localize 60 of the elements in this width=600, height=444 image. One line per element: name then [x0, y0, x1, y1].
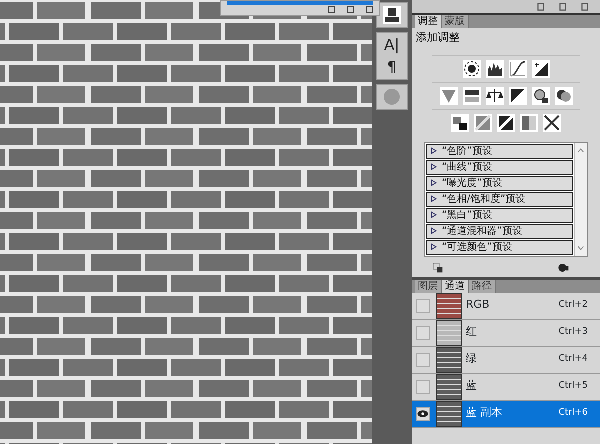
- triangle-icon[interactable]: [440, 86, 458, 104]
- shortcut-label: Ctrl+3: [558, 326, 589, 339]
- preset-label: “色相/饱和度”预设: [442, 192, 526, 206]
- toolstrip-button[interactable]: ¶: [387, 58, 397, 76]
- channel-row[interactable]: 红 Ctrl+3: [412, 320, 600, 346]
- shortcut-label: Ctrl+5: [558, 380, 589, 393]
- brightness-icon[interactable]: [462, 60, 480, 78]
- clip-icon[interactable]: [432, 262, 444, 274]
- preset-item[interactable]: “可选颜色”预设: [426, 240, 573, 254]
- panel-tab[interactable]: 图层: [415, 280, 442, 292]
- lens-icon[interactable]: [532, 86, 550, 104]
- exposure-icon[interactable]: [532, 60, 550, 78]
- diagonal-icon[interactable]: [508, 86, 526, 104]
- swap-icon[interactable]: [451, 114, 469, 132]
- circles-icon[interactable]: [554, 86, 572, 104]
- preset-label: “曝光度”预设: [442, 176, 502, 190]
- stamp-icon[interactable]: [383, 6, 401, 24]
- shortcut-label: Ctrl+4: [558, 352, 589, 366]
- preset-label: “可选颜色”预设: [442, 240, 512, 254]
- channel-name: 蓝 副本: [465, 405, 504, 422]
- preset-label: “色阶”预设: [442, 144, 492, 158]
- preset-label: “通道混和器”预设: [442, 224, 522, 238]
- preset-item[interactable]: “色相/饱和度”预设: [426, 192, 573, 206]
- channel-row[interactable]: RGB Ctrl+2: [412, 292, 600, 320]
- preset-label: “黑白”预设: [442, 208, 492, 222]
- visibility-toggle[interactable]: [416, 326, 430, 340]
- visibility-toggle[interactable]: [416, 298, 430, 312]
- cross-icon[interactable]: [543, 114, 561, 132]
- preset-item[interactable]: “曝光度”预设: [426, 176, 573, 190]
- gradient-icon[interactable]: [474, 114, 492, 132]
- panel-tab[interactable]: 通道: [442, 280, 469, 292]
- curves-icon[interactable]: [508, 60, 526, 78]
- panel-tab[interactable]: 调整: [415, 15, 442, 28]
- panel-title: 添加调整: [415, 30, 461, 46]
- panel-tab[interactable]: 路径: [469, 280, 496, 292]
- balance-scale-icon[interactable]: [486, 86, 504, 104]
- channel-name: 红: [465, 324, 478, 340]
- visibility-toggle[interactable]: [416, 380, 430, 394]
- preset-item[interactable]: “色阶”预设: [426, 144, 573, 158]
- preset-item[interactable]: “黑白”预设: [426, 208, 573, 222]
- shortcut-label: Ctrl+2: [558, 298, 589, 312]
- channel-row[interactable]: 蓝 Ctrl+5: [412, 374, 600, 400]
- preset-item[interactable]: “曲线”预设: [426, 160, 573, 174]
- gradient-map-icon[interactable]: [520, 114, 538, 132]
- shortcut-label: Ctrl+6: [558, 406, 589, 420]
- channel-name: RGB: [465, 297, 491, 314]
- channel-name: 蓝: [465, 378, 478, 394]
- histogram-icon[interactable]: [486, 60, 504, 78]
- channel-row[interactable]: 绿 Ctrl+4: [412, 346, 600, 374]
- toolstrip-button[interactable]: A|: [384, 36, 400, 54]
- channel-name: 绿: [465, 351, 478, 368]
- preset-label: “曲线”预设: [442, 160, 492, 174]
- preset-item[interactable]: “通道混和器”预设: [426, 224, 573, 238]
- channel-row[interactable]: 蓝 副本 Ctrl+6: [412, 400, 600, 428]
- scroll-up-icon[interactable]: [577, 146, 585, 154]
- panel-tab[interactable]: 蒙版: [442, 15, 469, 28]
- scroll-down-icon[interactable]: [577, 244, 585, 252]
- visibility-toggle[interactable]: [416, 352, 430, 366]
- gradient-bars-icon[interactable]: [462, 86, 480, 104]
- stripe-icon[interactable]: [497, 114, 515, 132]
